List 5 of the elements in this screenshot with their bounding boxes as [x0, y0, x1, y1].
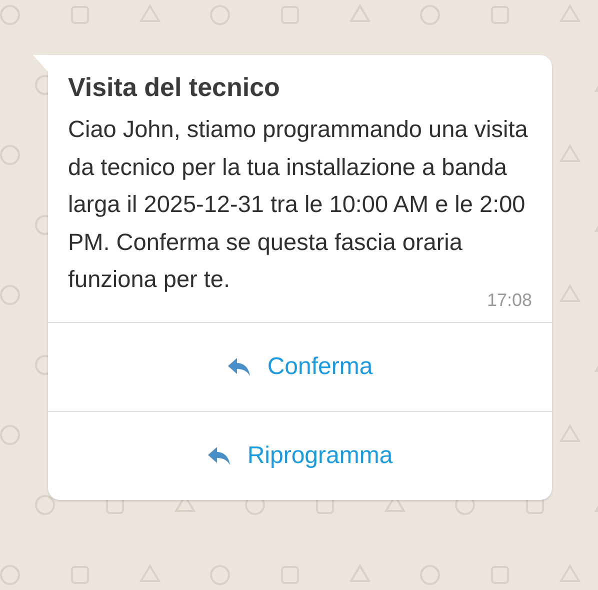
reply-button[interactable]: Riprogramma [48, 410, 552, 500]
message-title: Visita del tecnico [68, 71, 281, 104]
reply-icon [207, 446, 232, 466]
reply-button[interactable]: Conferma [48, 322, 552, 410]
reply-icon [227, 356, 252, 376]
